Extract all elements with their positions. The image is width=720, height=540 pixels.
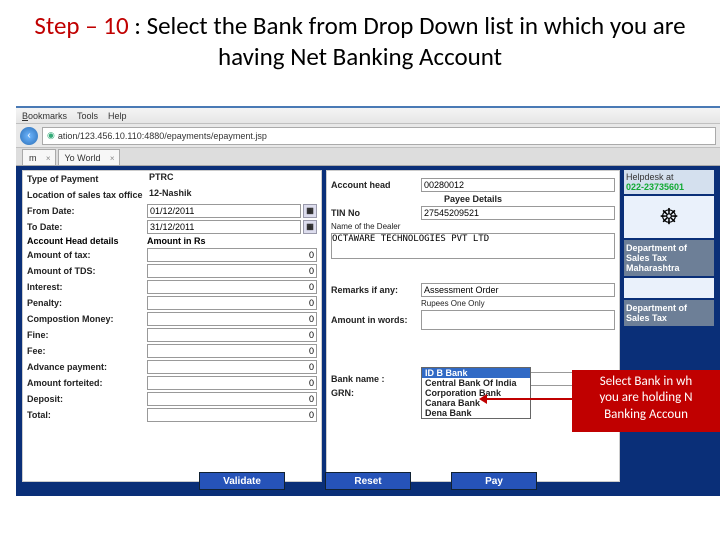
advance-input[interactable] bbox=[147, 360, 317, 374]
tab-bar: m× Yo World× bbox=[16, 148, 720, 166]
rupees-prefix: Rupees One Only bbox=[421, 299, 485, 308]
forfeited-input[interactable] bbox=[147, 376, 317, 390]
globe-icon: ◉ bbox=[47, 130, 55, 141]
dealer-name-input[interactable] bbox=[331, 233, 615, 259]
fine-label: Fine: bbox=[27, 330, 147, 340]
step-label: Step – 10 bbox=[34, 10, 128, 41]
payee-details-heading: Payee Details bbox=[444, 194, 502, 204]
address-bar: ‹ ◉ation/123.456.10.110:4880/epayments/e… bbox=[16, 124, 720, 148]
interest-label: Interest: bbox=[27, 282, 147, 292]
url-text: ation/123.456.10.110:4880/epayments/epay… bbox=[58, 131, 267, 141]
left-panel: Type of PaymentPTRC Location of sales ta… bbox=[22, 170, 322, 482]
menu-help[interactable]: Help bbox=[108, 111, 127, 121]
composition-input[interactable] bbox=[147, 312, 317, 326]
from-date-input[interactable] bbox=[147, 204, 301, 218]
tax-input[interactable] bbox=[147, 248, 317, 262]
button-row: Validate Reset Pay bbox=[16, 472, 720, 490]
bank-option[interactable]: Dena Bank bbox=[422, 408, 530, 418]
pay-button[interactable]: Pay bbox=[451, 472, 537, 490]
tab-1[interactable]: m× bbox=[22, 149, 56, 165]
tax-label: Amount of tax: bbox=[27, 250, 147, 260]
from-date-label: From Date: bbox=[27, 206, 147, 216]
emblem-image bbox=[624, 278, 714, 298]
account-head-input[interactable] bbox=[421, 178, 615, 192]
tab-2[interactable]: Yo World × bbox=[58, 149, 120, 165]
composition-label: Compostion Money: bbox=[27, 314, 147, 324]
penalty-input[interactable] bbox=[147, 296, 317, 310]
tab-2-label: Yo World bbox=[65, 153, 101, 163]
amount-words-label: Amount in words: bbox=[331, 315, 421, 325]
menu-bookmarks[interactable]: BBookmarksookmarks bbox=[22, 111, 67, 121]
tds-input[interactable] bbox=[147, 264, 317, 278]
deposit-input[interactable] bbox=[147, 392, 317, 406]
acct-head-details-label: Account Head details bbox=[27, 236, 147, 246]
mid-panel: Account head Payee Details TIN No Name o… bbox=[326, 170, 620, 482]
page-content: Type of PaymentPTRC Location of sales ta… bbox=[16, 166, 720, 496]
url-input[interactable]: ◉ation/123.456.10.110:4880/epayments/epa… bbox=[42, 127, 716, 145]
to-date-label: To Date: bbox=[27, 222, 147, 232]
emblem-image: ☸ bbox=[624, 196, 714, 238]
deposit-label: Deposit: bbox=[27, 394, 147, 404]
right-sidebar: Helpdesk at 022-23735601 ☸ Department of… bbox=[624, 170, 714, 482]
calendar-icon[interactable]: ▦ bbox=[303, 204, 317, 218]
fine-input[interactable] bbox=[147, 328, 317, 342]
menu-tools[interactable]: Tools bbox=[77, 111, 98, 121]
helpdesk-box: Helpdesk at 022-23735601 bbox=[624, 170, 714, 194]
calendar-icon[interactable]: ▦ bbox=[303, 220, 317, 234]
dept-box-2: Department of Sales Tax bbox=[624, 300, 714, 326]
advance-label: Advance payment: bbox=[27, 362, 147, 372]
account-head-label: Account head bbox=[331, 180, 421, 190]
interest-input[interactable] bbox=[147, 280, 317, 294]
type-payment-value: PTRC bbox=[147, 172, 317, 186]
remarks-label: Remarks if any: bbox=[331, 285, 421, 295]
remarks-input[interactable] bbox=[421, 283, 615, 297]
tab-1-label: m bbox=[29, 153, 37, 163]
callout-line-3: Banking Accoun bbox=[574, 407, 718, 423]
total-input[interactable] bbox=[147, 408, 317, 422]
callout-box: Select Bank in wh you are holding N Bank… bbox=[572, 370, 720, 432]
amount-in-rs-label: Amount in Rs bbox=[147, 236, 206, 246]
location-label: Location of sales tax office bbox=[27, 190, 147, 200]
fee-label: Fee: bbox=[27, 346, 147, 356]
callout-line-1: Select Bank in wh bbox=[574, 374, 718, 390]
callout-line-2: you are holding N bbox=[574, 390, 718, 406]
to-date-input[interactable] bbox=[147, 220, 301, 234]
tin-label: TIN No bbox=[331, 208, 421, 218]
location-value: 12-Nashik bbox=[147, 188, 317, 202]
helpdesk-label: Helpdesk at bbox=[626, 172, 712, 182]
browser-window: BBookmarksookmarks Tools Help ‹ ◉ation/1… bbox=[16, 106, 720, 526]
penalty-label: Penalty: bbox=[27, 298, 147, 308]
title-rest: : Select the Bank from Drop Down list in… bbox=[129, 10, 686, 72]
slide-title: Step – 10 : Select the Bank from Drop Do… bbox=[0, 0, 720, 79]
fee-input[interactable] bbox=[147, 344, 317, 358]
close-icon[interactable]: × bbox=[46, 154, 51, 163]
menubar: BBookmarksookmarks Tools Help bbox=[16, 108, 720, 124]
bank-option[interactable]: ID B Bank bbox=[422, 368, 530, 378]
helpdesk-phone: 022-23735601 bbox=[626, 182, 712, 192]
back-button[interactable]: ‹ bbox=[20, 127, 38, 145]
amount-words-input[interactable] bbox=[421, 310, 615, 330]
dealer-name-label: Name of the Dealer bbox=[331, 222, 400, 231]
tds-label: Amount of TDS: bbox=[27, 266, 147, 276]
reset-button[interactable]: Reset bbox=[325, 472, 411, 490]
total-label: Total: bbox=[27, 410, 147, 420]
close-icon[interactable]: × bbox=[110, 154, 115, 163]
dept-box-1: Department of Sales Tax Maharashtra bbox=[624, 240, 714, 276]
bank-dropdown-list[interactable]: ID B BankCentral Bank Of IndiaCorporatio… bbox=[421, 367, 531, 419]
grn-label: GRN: bbox=[331, 388, 421, 398]
bank-name-label: Bank name : bbox=[331, 374, 421, 384]
bank-option[interactable]: Central Bank Of India bbox=[422, 378, 530, 388]
forfeited-label: Amount forteited: bbox=[27, 378, 147, 388]
validate-button[interactable]: Validate bbox=[199, 472, 285, 490]
type-payment-label: Type of Payment bbox=[27, 174, 147, 184]
tin-input[interactable] bbox=[421, 206, 615, 220]
callout-arrow bbox=[482, 398, 572, 400]
